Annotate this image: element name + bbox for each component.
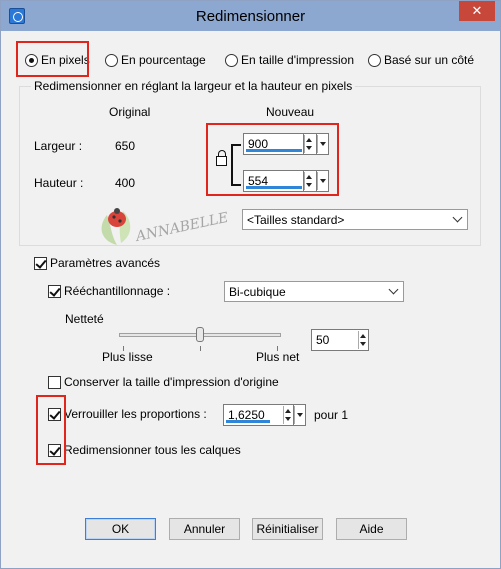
advanced-settings-label: Paramètres avancés <box>50 256 161 270</box>
keep-print-size-checkbox[interactable]: Conserver la taille d'impression d'origi… <box>48 375 279 389</box>
radio-percentage[interactable]: En pourcentage <box>105 53 206 67</box>
height-label: Hauteur : <box>34 176 84 190</box>
sharpness-value-input[interactable]: 50 <box>311 329 369 351</box>
chevron-down-icon <box>388 284 399 295</box>
ok-button[interactable]: OK <box>85 518 156 540</box>
ratio-underline <box>226 420 270 423</box>
resample-label: Rééchantillonnage : <box>64 284 171 298</box>
resize-dialog: Redimensionner ✕ En pixels En pourcentag… <box>0 0 501 569</box>
sharpness-slider-thumb[interactable] <box>196 327 204 342</box>
standard-sizes-select[interactable]: <Tailles standard> <box>242 209 468 230</box>
radio-print-size-dot[interactable] <box>225 53 238 67</box>
help-button[interactable]: Aide <box>336 518 407 540</box>
radio-one-side[interactable]: Basé sur un côté <box>368 53 474 67</box>
highlight-new-size <box>206 123 339 196</box>
watermark-text: ANNABELLE <box>133 210 230 246</box>
size-group-title: Redimensionner en réglant la largeur et … <box>31 79 356 93</box>
keep-print-size-box[interactable] <box>48 375 61 389</box>
advanced-settings-box[interactable] <box>34 256 47 270</box>
ratio-value-input[interactable]: 1,6250 <box>223 404 294 426</box>
title-bar: Redimensionner ✕ <box>1 1 500 31</box>
original-column-header: Original <box>109 105 151 119</box>
width-original-value: 650 <box>115 139 136 153</box>
height-original-value: 400 <box>115 176 136 190</box>
reset-button[interactable]: Réinitialiser <box>252 518 323 540</box>
resize-all-layers-checkbox[interactable]: Redimensionner tous les calques <box>48 443 241 457</box>
ratio-spin-arrows-icon[interactable] <box>283 406 293 424</box>
slider-right-label: Plus net <box>256 350 300 364</box>
ratio-dropdown-button[interactable] <box>294 404 306 426</box>
chevron-down-icon <box>452 212 463 223</box>
standard-sizes-value: <Tailles standard> <box>247 213 345 227</box>
resample-checkbox[interactable]: Rééchantillonnage : <box>48 284 170 298</box>
dialog-title: Redimensionner <box>195 8 306 25</box>
highlight-lock-and-layers <box>36 395 66 465</box>
slider-tick-mid <box>200 346 201 351</box>
close-button[interactable]: ✕ <box>459 1 495 21</box>
radio-print-size[interactable]: En taille d'impression <box>225 53 354 67</box>
lock-ratio-label: Verrouiller les proportions : <box>64 407 207 421</box>
keep-print-size-label: Conserver la taille d'impression d'origi… <box>64 375 279 389</box>
resample-method-select[interactable]: Bi-cubique <box>224 281 404 302</box>
radio-print-size-label: En taille d'impression <box>241 53 355 67</box>
sharpness-value: 50 <box>316 333 330 347</box>
highlight-pixels-option <box>16 41 89 77</box>
radio-percentage-label: En pourcentage <box>121 53 206 67</box>
cancel-button[interactable]: Annuler <box>169 518 240 540</box>
advanced-settings-checkbox[interactable]: Paramètres avancés <box>34 256 160 270</box>
ratio-dropdown-icon[interactable] <box>294 406 304 424</box>
slider-left-label: Plus lisse <box>102 350 153 364</box>
sharpness-label: Netteté <box>65 312 104 326</box>
resample-method-value: Bi-cubique <box>229 285 286 299</box>
resize-all-layers-label: Redimensionner tous les calques <box>64 443 241 457</box>
radio-one-side-dot[interactable] <box>368 53 381 67</box>
annabelle-watermark-logo: ANNABELLE <box>101 208 230 246</box>
sharpness-spin-arrows-icon[interactable] <box>358 331 368 349</box>
ratio-suffix: pour 1 <box>314 408 349 422</box>
width-label: Largeur : <box>34 139 83 153</box>
radio-percentage-dot[interactable] <box>105 53 118 67</box>
resample-box[interactable] <box>48 284 61 298</box>
radio-one-side-label: Basé sur un côté <box>384 53 475 67</box>
new-column-header: Nouveau <box>266 105 315 119</box>
lock-ratio-checkbox[interactable]: Verrouiller les proportions : <box>48 407 207 421</box>
